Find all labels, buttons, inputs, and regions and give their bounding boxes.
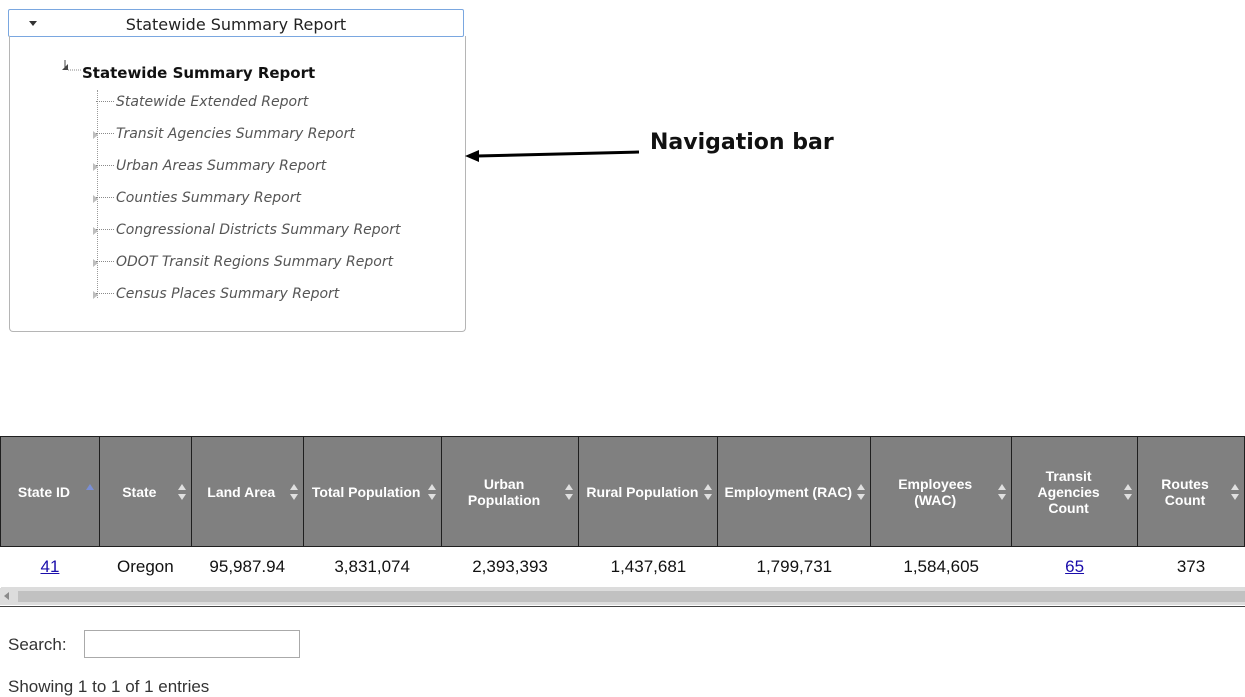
search-input[interactable] — [84, 630, 300, 658]
tree-connector — [96, 100, 114, 102]
scroll-left-icon[interactable] — [4, 592, 9, 600]
table-cell: 65 — [1011, 546, 1138, 588]
tree-item-label: Congressional Districts Summary Report — [116, 222, 401, 238]
sort-icon[interactable] — [1231, 483, 1239, 500]
tree-connector — [96, 292, 114, 294]
table-cell: 3,831,074 — [303, 546, 442, 588]
column-header-label: Urban Population — [467, 475, 541, 508]
sort-icon[interactable] — [998, 483, 1007, 500]
column-header[interactable]: Rural Population — [578, 436, 719, 547]
tree-item-label: Urban Areas Summary Report — [116, 158, 327, 174]
tree-item[interactable]: Statewide Extended Report — [96, 94, 308, 110]
tree-item[interactable]: ODOT Transit Regions Summary Report — [93, 254, 394, 270]
table-cell: 41 — [0, 546, 100, 588]
cell-link[interactable]: 65 — [1065, 557, 1084, 576]
scroll-thumb[interactable] — [18, 591, 1245, 602]
sort-icon[interactable] — [427, 483, 436, 500]
sort-icon[interactable] — [289, 483, 298, 500]
column-header-label: Land Area — [207, 483, 276, 500]
table-header-row: State ID State Land Area Total Population Ur… — [0, 436, 1245, 547]
tree-item[interactable]: Census Places Summary Report — [93, 286, 340, 302]
tree-connector — [96, 196, 114, 198]
report-dropdown[interactable]: Statewide Summary Report — [8, 9, 464, 37]
table-cell: Oregon — [99, 546, 192, 588]
column-header-label: State ID — [17, 483, 70, 500]
table-row: 41 Oregon 95,987.94 3,831,074 2,393,393 1,437… — [0, 546, 1245, 588]
tree-item-label: ODOT Transit Regions Summary Report — [116, 254, 394, 270]
tree-connector — [96, 132, 114, 134]
column-header-label: State — [122, 483, 157, 500]
column-header-label: Routes Count — [1161, 475, 1209, 508]
column-header[interactable]: Employees (WAC) — [870, 436, 1013, 547]
column-header[interactable]: Transit Agencies Count — [1011, 436, 1139, 547]
annotation-label: Navigation bar — [650, 130, 834, 155]
tree-item[interactable]: Transit Agencies Summary Report — [93, 126, 355, 142]
sort-icon[interactable] — [704, 483, 713, 500]
tree-expanded-icon — [62, 60, 82, 71]
table-cell: 1,584,605 — [870, 546, 1012, 588]
summary-table-container: State ID State Land Area Total Population Ur… — [0, 436, 1245, 588]
tree-item-label: Counties Summary Report — [116, 190, 301, 206]
sort-icon[interactable] — [1124, 483, 1133, 500]
sort-icon[interactable] — [85, 483, 94, 500]
horizontal-scrollbar[interactable] — [0, 588, 1245, 605]
column-header[interactable]: Employment (RAC) — [717, 436, 872, 547]
tree-item-label: Census Places Summary Report — [116, 286, 340, 302]
tree-connector — [96, 164, 114, 166]
column-header-label: Employment (RAC) — [724, 483, 853, 500]
column-header[interactable]: State ID — [0, 436, 100, 547]
column-header-label: Employees (WAC) — [898, 475, 973, 508]
table-cell: 2,393,393 — [441, 546, 579, 588]
cell-link[interactable]: 41 — [40, 557, 59, 576]
table-cell: 1,799,731 — [717, 546, 871, 588]
column-header-label: Transit Agencies Count — [1037, 467, 1100, 516]
table-cell: 95,987.94 — [191, 546, 304, 588]
tree-item[interactable]: Congressional Districts Summary Report — [93, 222, 401, 238]
tree-item-label: Statewide Extended Report — [116, 94, 309, 110]
table-cell: 373 — [1137, 546, 1245, 588]
tree-item-label: Transit Agencies Summary Report — [116, 126, 355, 142]
column-header-label: Rural Population — [586, 483, 699, 500]
column-header[interactable]: Routes Count — [1137, 436, 1245, 547]
column-header[interactable]: Total Population — [302, 436, 442, 547]
sort-icon[interactable] — [177, 483, 186, 500]
tree-item[interactable]: Counties Summary Report — [93, 190, 301, 206]
annotation-arrow — [465, 150, 640, 162]
table-info: Showing 1 to 1 of 1 entries — [8, 677, 210, 696]
tree-item[interactable]: Urban Areas Summary Report — [93, 158, 327, 174]
column-header[interactable]: State — [98, 436, 192, 547]
table-cell: 1,437,681 — [578, 546, 718, 588]
tree-connector — [96, 228, 114, 230]
sort-icon[interactable] — [857, 483, 866, 500]
column-header[interactable]: Land Area — [190, 436, 304, 547]
dropdown-title: Statewide Summary Report — [125, 15, 347, 34]
column-header-label: Total Population — [311, 483, 421, 500]
sort-icon[interactable] — [565, 483, 574, 500]
summary-table: State ID State Land Area Total Population Ur… — [0, 436, 1245, 588]
divider — [0, 606, 1245, 607]
tree-connector — [96, 260, 114, 262]
column-header[interactable]: Urban Population — [440, 436, 580, 547]
tree-root-item[interactable]: Statewide Summary Report — [82, 64, 315, 82]
search-label: Search: — [8, 635, 67, 654]
